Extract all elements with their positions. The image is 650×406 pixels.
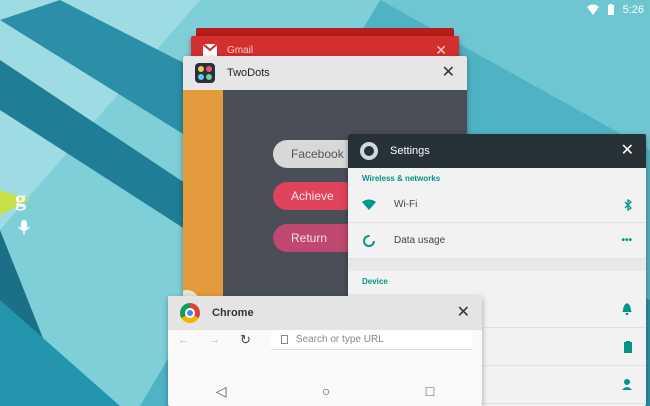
chrome-icon bbox=[180, 303, 200, 323]
section-wireless-networks: Wireless & networks bbox=[362, 174, 441, 183]
status-bar: 5:26 bbox=[586, 2, 644, 18]
gmail-close-button[interactable]: ✕ bbox=[435, 43, 447, 57]
user-icon bbox=[622, 379, 632, 390]
settings-row-data-usage[interactable]: Data usage ••• bbox=[348, 223, 646, 259]
divider bbox=[348, 259, 646, 271]
settings-row-label: Data usage bbox=[394, 235, 446, 246]
wifi-icon bbox=[362, 199, 376, 210]
data-usage-icon bbox=[363, 234, 375, 247]
nav-home-icon[interactable]: ○ bbox=[322, 383, 330, 399]
microphone-icon[interactable] bbox=[18, 220, 30, 236]
clock: 5:26 bbox=[622, 4, 644, 16]
nav-back-icon[interactable]: ◁ bbox=[216, 383, 227, 400]
nav-recents-icon[interactable]: □ bbox=[426, 383, 434, 399]
chrome-close-button[interactable]: ✕ bbox=[457, 305, 470, 321]
page-icon bbox=[280, 335, 288, 344]
gmail-icon bbox=[203, 44, 217, 56]
forward-arrow-icon[interactable]: → bbox=[209, 334, 220, 346]
battery-icon bbox=[607, 4, 614, 15]
section-device: Device bbox=[362, 277, 388, 286]
twodots-side-panel: 36 bbox=[183, 90, 223, 306]
settings-gear-icon bbox=[360, 142, 378, 160]
settings-row-label: Wi-Fi bbox=[394, 199, 418, 210]
battery-icon bbox=[624, 340, 632, 353]
wifi-signal-icon bbox=[586, 4, 599, 15]
google-search-icon[interactable]: g bbox=[15, 186, 26, 212]
settings-row-wifi[interactable]: Wi-Fi bbox=[348, 187, 646, 223]
twodots-title: TwoDots bbox=[227, 67, 270, 79]
back-arrow-icon[interactable]: ← bbox=[178, 334, 189, 346]
reload-icon[interactable]: ↻ bbox=[240, 332, 251, 348]
chrome-header: Chrome ✕ bbox=[168, 296, 482, 330]
navigation-bar: ◁ ○ □ bbox=[168, 376, 482, 406]
settings-header: Settings ✕ bbox=[348, 134, 646, 168]
settings-close-button[interactable]: ✕ bbox=[621, 143, 634, 159]
gmail-title: Gmail bbox=[227, 44, 254, 56]
notifications-icon bbox=[622, 302, 632, 315]
url-bar[interactable]: Search or type URL bbox=[270, 330, 472, 350]
chrome-toolbar: ← → ↻ Search or type URL bbox=[168, 330, 482, 350]
twodots-icon bbox=[195, 63, 215, 83]
url-placeholder: Search or type URL bbox=[295, 334, 384, 345]
twodots-header: TwoDots ✕ bbox=[183, 56, 467, 90]
chrome-title: Chrome bbox=[212, 307, 254, 319]
more-icon: ••• bbox=[621, 235, 632, 246]
bluetooth-icon bbox=[624, 198, 632, 211]
twodots-close-button[interactable]: ✕ bbox=[442, 65, 455, 81]
settings-title: Settings bbox=[390, 145, 430, 157]
